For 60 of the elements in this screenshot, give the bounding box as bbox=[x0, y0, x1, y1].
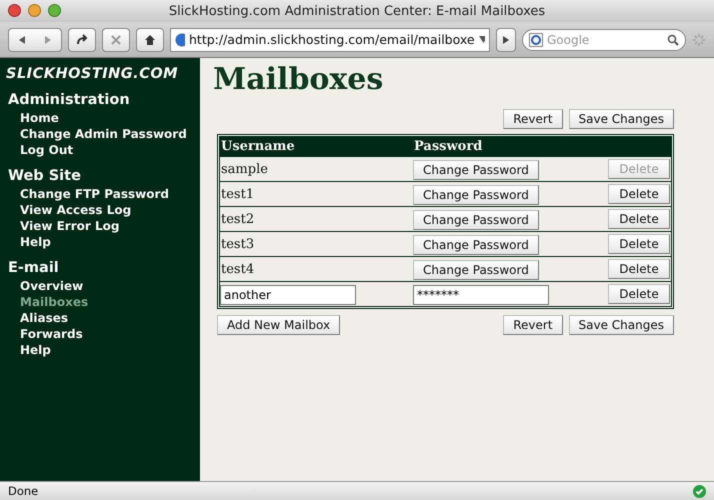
table-cell-text: sample bbox=[220, 162, 269, 176]
site-logo: SLICKHOSTING.COM bbox=[6, 66, 180, 82]
delete-button[interactable]: Delete bbox=[608, 284, 670, 304]
sidebar-link[interactable]: Forwards bbox=[6, 326, 194, 342]
window-title: SlickHosting.com Administration Center: E-mail Mailboxes bbox=[168, 4, 546, 18]
change-password-button[interactable]: Change Password bbox=[413, 160, 539, 180]
page-heading: Mailboxes bbox=[213, 62, 384, 97]
sidebar-link[interactable]: View Error Log bbox=[6, 218, 194, 234]
column-header: Password bbox=[413, 139, 484, 154]
delete-button[interactable]: Delete bbox=[608, 184, 670, 204]
home-button[interactable] bbox=[136, 28, 164, 52]
sidebar-link[interactable]: Log Out bbox=[6, 142, 194, 158]
status-text: Done bbox=[8, 484, 38, 498]
sidebar-link[interactable]: Change Admin Password bbox=[6, 126, 194, 142]
sidebar-link[interactable]: Mailboxes bbox=[6, 294, 194, 310]
revert-button[interactable]: Revert bbox=[503, 109, 563, 129]
username-field[interactable]: another bbox=[220, 284, 356, 304]
play-icon bbox=[503, 36, 509, 44]
sidebar-link[interactable]: View Access Log bbox=[6, 202, 194, 218]
spinner-icon bbox=[692, 32, 706, 46]
change-password-button[interactable]: Change Password bbox=[413, 210, 539, 230]
minimize-button[interactable] bbox=[28, 4, 41, 17]
section-heading: Administration bbox=[8, 92, 131, 108]
change-password-button[interactable]: Change Password bbox=[413, 234, 539, 254]
stop-button[interactable] bbox=[102, 28, 130, 52]
revert-button[interactable]: Revert bbox=[503, 315, 563, 335]
delete-button[interactable]: Delete bbox=[608, 209, 670, 229]
check-icon bbox=[693, 484, 706, 498]
save-button[interactable]: Save Changes bbox=[568, 109, 674, 129]
search-icon bbox=[667, 34, 679, 46]
table-cell-text: test1 bbox=[220, 186, 256, 202]
go-button[interactable] bbox=[496, 28, 516, 52]
table-cell-text: test3 bbox=[220, 236, 256, 252]
search-engine-icon bbox=[529, 32, 543, 46]
add-mailbox-button[interactable]: Add New Mailbox bbox=[217, 315, 340, 335]
sidebar-link[interactable]: Help bbox=[6, 234, 194, 250]
reload-icon bbox=[76, 34, 88, 46]
password-field[interactable]: ******* bbox=[413, 284, 549, 304]
delete-button[interactable]: Delete bbox=[608, 259, 670, 279]
sidebar-link[interactable]: Help bbox=[6, 342, 194, 358]
stop-icon bbox=[111, 34, 121, 44]
zoom-button[interactable] bbox=[48, 4, 61, 17]
section-heading: E-mail bbox=[8, 260, 60, 276]
back-forward-buttons[interactable] bbox=[8, 28, 62, 52]
close-button[interactable] bbox=[8, 4, 21, 17]
delete-button[interactable]: Delete bbox=[608, 234, 670, 254]
save-button[interactable]: Save Changes bbox=[568, 315, 674, 335]
column-header: Username bbox=[220, 139, 296, 154]
sidebar-link[interactable]: Change FTP Password bbox=[6, 186, 194, 202]
change-password-button[interactable]: Change Password bbox=[413, 260, 539, 280]
sidebar-link[interactable]: Overview bbox=[6, 278, 194, 294]
change-password-button[interactable]: Change Password bbox=[413, 184, 539, 204]
sidebar-link[interactable]: Aliases bbox=[6, 310, 194, 326]
section-heading: Web Site bbox=[8, 168, 82, 184]
address-field[interactable]: http://admin.slickhosting.com/email/mailboxe bbox=[170, 28, 490, 52]
home-icon bbox=[144, 34, 156, 46]
table-cell-text: test2 bbox=[220, 212, 256, 226]
table-cell-text: test4 bbox=[220, 262, 256, 276]
reload-button[interactable] bbox=[68, 28, 96, 52]
sidebar-link[interactable]: Home bbox=[6, 110, 194, 126]
